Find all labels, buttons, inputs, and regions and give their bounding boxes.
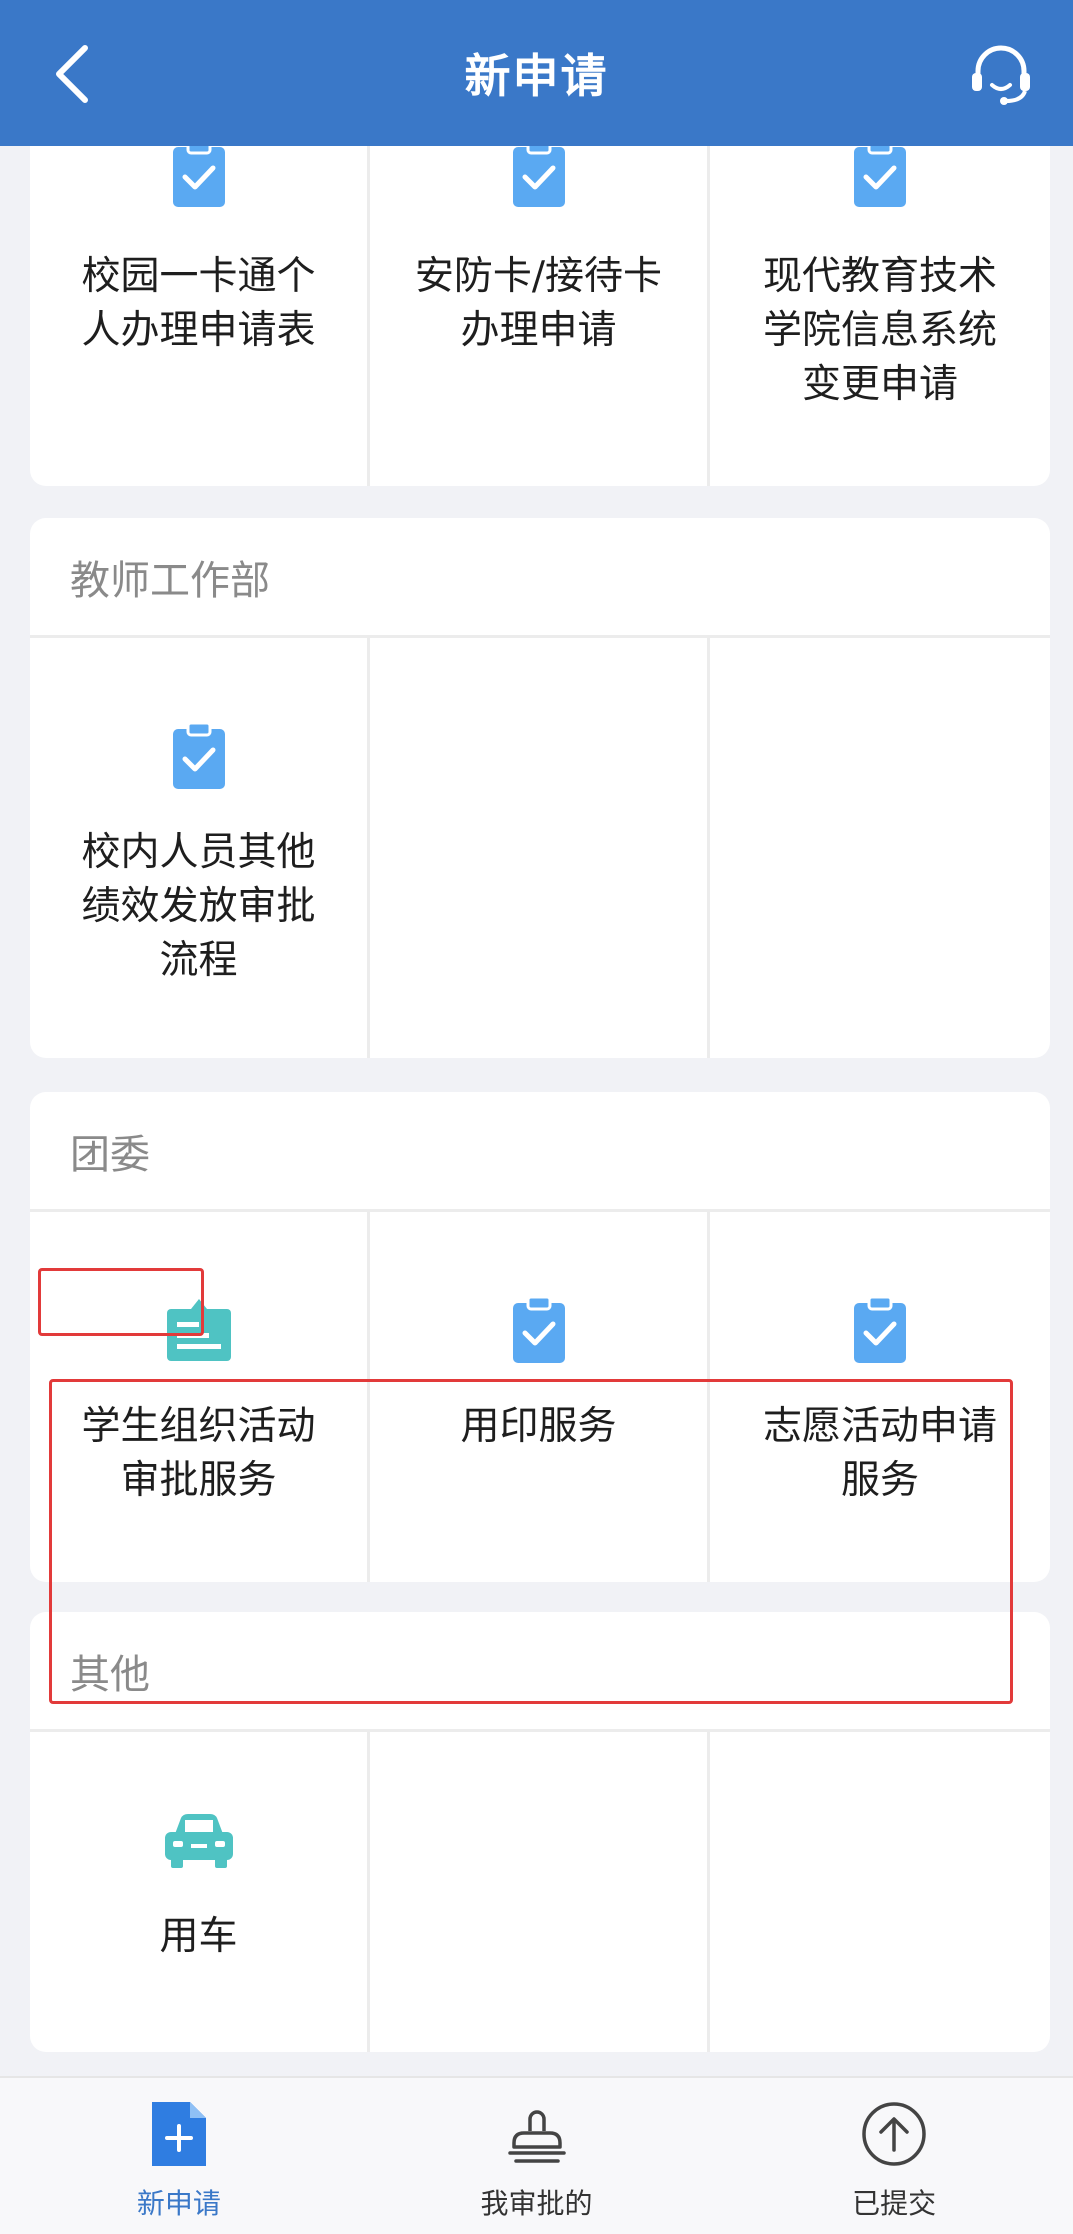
section-header: 团委 <box>30 1092 1050 1212</box>
highlight-box-section-title <box>38 1268 204 1336</box>
empty-cell <box>370 1732 710 2052</box>
section-header: 教师工作部 <box>30 518 1050 638</box>
page-title: 新申请 <box>464 49 609 103</box>
tab-label: 新申请 <box>136 2187 221 2220</box>
empty-cell <box>710 638 1050 1058</box>
new-document-icon <box>143 2098 215 2170</box>
headset-icon <box>972 45 1030 105</box>
application-item[interactable]: 安防卡/接待卡办理申请 <box>370 146 710 486</box>
clipboard-check-icon <box>842 146 918 212</box>
upload-circle-icon <box>858 2098 930 2170</box>
application-label: 安防卡/接待卡办理申请 <box>414 254 663 353</box>
empty-cell <box>710 1732 1050 2052</box>
application-label: 现代教育技术学院信息系统变更申请 <box>762 254 997 407</box>
bottom-tab-bar: 新申请 我审批的 已提交 <box>0 2076 1073 2234</box>
tab-new-application[interactable]: 新申请 <box>0 2078 358 2234</box>
application-label: 用车 <box>159 1914 238 1959</box>
empty-cell <box>370 638 710 1058</box>
highlight-box-section-items <box>49 1379 1013 1704</box>
back-button[interactable] <box>38 36 108 112</box>
clipboard-check-icon <box>842 1292 918 1368</box>
clipboard-check-icon <box>161 146 237 212</box>
customer-service-button[interactable] <box>963 36 1039 112</box>
app-header: 新申请 <box>0 0 1073 146</box>
application-item[interactable]: 现代教育技术学院信息系统变更申请 <box>710 146 1050 486</box>
section-card-teacher-affairs: 教师工作部 校内人员其他绩效发放审批流程 <box>30 518 1050 1058</box>
clipboard-check-icon <box>501 1292 577 1368</box>
section-title: 团委 <box>70 1131 150 1178</box>
tab-submitted[interactable]: 已提交 <box>715 2078 1073 2234</box>
application-label: 校园一卡通个人办理申请表 <box>81 254 316 353</box>
tab-label: 已提交 <box>852 2187 937 2220</box>
chevron-left-icon <box>56 45 88 103</box>
car-icon <box>161 1802 237 1878</box>
clipboard-check-icon <box>161 718 237 794</box>
application-list[interactable]: 校园一卡通个人办理申请表 安防卡/接待卡办理申请 现代教育技术学院信息系统变更申… <box>0 146 1073 2076</box>
tab-label: 我审批的 <box>480 2187 593 2220</box>
stamp-icon <box>501 2098 573 2170</box>
clipboard-check-icon <box>501 146 577 212</box>
application-label: 校内人员其他绩效发放审批流程 <box>81 830 316 983</box>
application-item[interactable]: 校园一卡通个人办理申请表 <box>30 146 370 486</box>
application-item[interactable]: 校内人员其他绩效发放审批流程 <box>30 638 370 1058</box>
application-item[interactable]: 用车 <box>30 1732 370 2052</box>
section-title: 教师工作部 <box>70 557 270 604</box>
tab-my-approvals[interactable]: 我审批的 <box>358 2078 716 2234</box>
section-card-top: 校园一卡通个人办理申请表 安防卡/接待卡办理申请 现代教育技术学院信息系统变更申… <box>30 146 1050 486</box>
